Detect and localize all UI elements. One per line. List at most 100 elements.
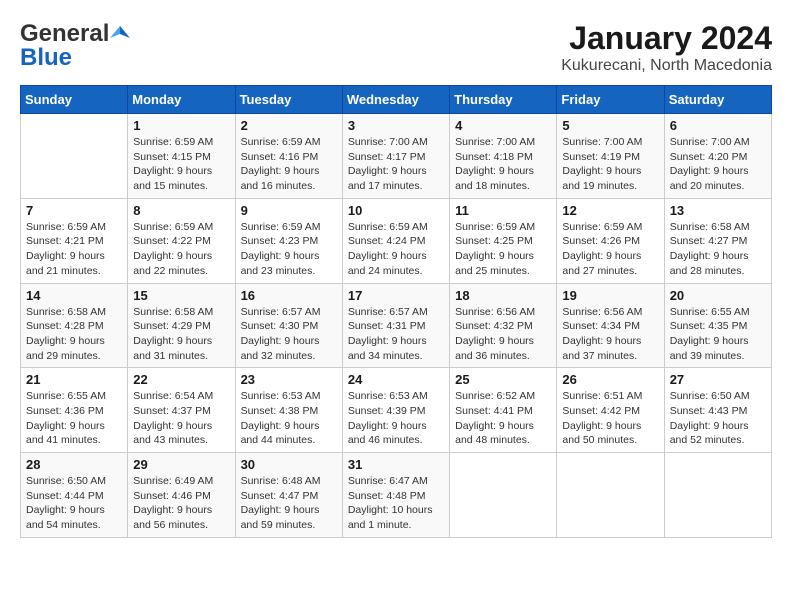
sunrise-text: Sunrise: 6:58 AM — [670, 221, 750, 233]
calendar-cell: 22 Sunrise: 6:54 AM Sunset: 4:37 PM Dayl… — [128, 368, 235, 453]
sunset-text: Sunset: 4:15 PM — [133, 151, 211, 163]
calendar-cell: 30 Sunrise: 6:48 AM Sunset: 4:47 PM Dayl… — [235, 453, 342, 538]
sunset-text: Sunset: 4:46 PM — [133, 490, 211, 502]
daylight-text: Daylight: 9 hours and 21 minutes. — [26, 250, 105, 277]
daylight-text: Daylight: 9 hours and 37 minutes. — [562, 335, 641, 362]
calendar-cell: 18 Sunrise: 6:56 AM Sunset: 4:32 PM Dayl… — [450, 283, 557, 368]
calendar-cell — [450, 453, 557, 538]
daylight-text: Daylight: 9 hours and 17 minutes. — [348, 165, 427, 192]
day-info: Sunrise: 6:55 AM Sunset: 4:35 PM Dayligh… — [670, 305, 766, 364]
sunset-text: Sunset: 4:28 PM — [26, 320, 104, 332]
calendar-cell: 5 Sunrise: 7:00 AM Sunset: 4:19 PM Dayli… — [557, 114, 664, 199]
sunrise-text: Sunrise: 6:50 AM — [26, 475, 106, 487]
calendar-cell: 6 Sunrise: 7:00 AM Sunset: 4:20 PM Dayli… — [664, 114, 771, 199]
day-info: Sunrise: 6:56 AM Sunset: 4:34 PM Dayligh… — [562, 305, 658, 364]
sunset-text: Sunset: 4:43 PM — [670, 405, 748, 417]
day-info: Sunrise: 6:53 AM Sunset: 4:39 PM Dayligh… — [348, 389, 444, 448]
calendar-week-row: 14 Sunrise: 6:58 AM Sunset: 4:28 PM Dayl… — [21, 283, 772, 368]
day-info: Sunrise: 6:59 AM Sunset: 4:24 PM Dayligh… — [348, 220, 444, 279]
day-info: Sunrise: 6:51 AM Sunset: 4:42 PM Dayligh… — [562, 389, 658, 448]
sunset-text: Sunset: 4:19 PM — [562, 151, 640, 163]
sunrise-text: Sunrise: 6:59 AM — [241, 221, 321, 233]
day-number: 10 — [348, 203, 444, 218]
daylight-text: Daylight: 9 hours and 16 minutes. — [241, 165, 320, 192]
sunrise-text: Sunrise: 6:59 AM — [133, 221, 213, 233]
daylight-text: Daylight: 9 hours and 50 minutes. — [562, 420, 641, 447]
sunset-text: Sunset: 4:42 PM — [562, 405, 640, 417]
day-info: Sunrise: 6:54 AM Sunset: 4:37 PM Dayligh… — [133, 389, 229, 448]
sunset-text: Sunset: 4:29 PM — [133, 320, 211, 332]
sunset-text: Sunset: 4:36 PM — [26, 405, 104, 417]
header-saturday: Saturday — [664, 86, 771, 114]
calendar-cell: 21 Sunrise: 6:55 AM Sunset: 4:36 PM Dayl… — [21, 368, 128, 453]
sunset-text: Sunset: 4:34 PM — [562, 320, 640, 332]
sunset-text: Sunset: 4:41 PM — [455, 405, 533, 417]
sunset-text: Sunset: 4:16 PM — [241, 151, 319, 163]
calendar-cell: 3 Sunrise: 7:00 AM Sunset: 4:17 PM Dayli… — [342, 114, 449, 199]
sunrise-text: Sunrise: 7:00 AM — [455, 136, 535, 148]
sunrise-text: Sunrise: 6:54 AM — [133, 390, 213, 402]
header-friday: Friday — [557, 86, 664, 114]
day-number: 9 — [241, 203, 337, 218]
sunrise-text: Sunrise: 6:55 AM — [670, 306, 750, 318]
sunset-text: Sunset: 4:22 PM — [133, 235, 211, 247]
day-info: Sunrise: 6:50 AM Sunset: 4:43 PM Dayligh… — [670, 389, 766, 448]
day-number: 2 — [241, 118, 337, 133]
daylight-text: Daylight: 9 hours and 43 minutes. — [133, 420, 212, 447]
day-info: Sunrise: 6:59 AM Sunset: 4:16 PM Dayligh… — [241, 135, 337, 194]
sunset-text: Sunset: 4:37 PM — [133, 405, 211, 417]
calendar-cell: 28 Sunrise: 6:50 AM Sunset: 4:44 PM Dayl… — [21, 453, 128, 538]
day-info: Sunrise: 6:56 AM Sunset: 4:32 PM Dayligh… — [455, 305, 551, 364]
calendar-cell — [664, 453, 771, 538]
sunset-text: Sunset: 4:30 PM — [241, 320, 319, 332]
day-number: 24 — [348, 372, 444, 387]
calendar-cell: 10 Sunrise: 6:59 AM Sunset: 4:24 PM Dayl… — [342, 198, 449, 283]
day-number: 6 — [670, 118, 766, 133]
calendar-cell: 27 Sunrise: 6:50 AM Sunset: 4:43 PM Dayl… — [664, 368, 771, 453]
sunset-text: Sunset: 4:21 PM — [26, 235, 104, 247]
sunset-text: Sunset: 4:35 PM — [670, 320, 748, 332]
day-info: Sunrise: 6:50 AM Sunset: 4:44 PM Dayligh… — [26, 474, 122, 533]
daylight-text: Daylight: 9 hours and 24 minutes. — [348, 250, 427, 277]
calendar-cell: 11 Sunrise: 6:59 AM Sunset: 4:25 PM Dayl… — [450, 198, 557, 283]
sunrise-text: Sunrise: 6:52 AM — [455, 390, 535, 402]
calendar-cell: 2 Sunrise: 6:59 AM Sunset: 4:16 PM Dayli… — [235, 114, 342, 199]
sunset-text: Sunset: 4:20 PM — [670, 151, 748, 163]
day-number: 12 — [562, 203, 658, 218]
sunset-text: Sunset: 4:26 PM — [562, 235, 640, 247]
sunset-text: Sunset: 4:27 PM — [670, 235, 748, 247]
sunrise-text: Sunrise: 6:59 AM — [455, 221, 535, 233]
sunrise-text: Sunrise: 6:49 AM — [133, 475, 213, 487]
sunrise-text: Sunrise: 6:58 AM — [26, 306, 106, 318]
day-number: 26 — [562, 372, 658, 387]
day-number: 23 — [241, 372, 337, 387]
daylight-text: Daylight: 10 hours and 1 minute. — [348, 504, 433, 531]
day-info: Sunrise: 6:52 AM Sunset: 4:41 PM Dayligh… — [455, 389, 551, 448]
day-number: 27 — [670, 372, 766, 387]
day-number: 29 — [133, 457, 229, 472]
calendar-cell: 19 Sunrise: 6:56 AM Sunset: 4:34 PM Dayl… — [557, 283, 664, 368]
sunrise-text: Sunrise: 6:56 AM — [562, 306, 642, 318]
day-number: 25 — [455, 372, 551, 387]
calendar-week-row: 1 Sunrise: 6:59 AM Sunset: 4:15 PM Dayli… — [21, 114, 772, 199]
sunrise-text: Sunrise: 7:00 AM — [562, 136, 642, 148]
sunrise-text: Sunrise: 6:47 AM — [348, 475, 428, 487]
sunset-text: Sunset: 4:23 PM — [241, 235, 319, 247]
day-info: Sunrise: 6:53 AM Sunset: 4:38 PM Dayligh… — [241, 389, 337, 448]
calendar-cell: 4 Sunrise: 7:00 AM Sunset: 4:18 PM Dayli… — [450, 114, 557, 199]
day-info: Sunrise: 7:00 AM Sunset: 4:19 PM Dayligh… — [562, 135, 658, 194]
calendar-cell: 29 Sunrise: 6:49 AM Sunset: 4:46 PM Dayl… — [128, 453, 235, 538]
day-number: 30 — [241, 457, 337, 472]
sunset-text: Sunset: 4:38 PM — [241, 405, 319, 417]
day-info: Sunrise: 6:59 AM Sunset: 4:25 PM Dayligh… — [455, 220, 551, 279]
day-number: 18 — [455, 288, 551, 303]
calendar-table: Sunday Monday Tuesday Wednesday Thursday… — [20, 85, 772, 538]
daylight-text: Daylight: 9 hours and 29 minutes. — [26, 335, 105, 362]
sunrise-text: Sunrise: 6:59 AM — [26, 221, 106, 233]
day-info: Sunrise: 6:58 AM Sunset: 4:28 PM Dayligh… — [26, 305, 122, 364]
daylight-text: Daylight: 9 hours and 22 minutes. — [133, 250, 212, 277]
calendar-cell: 26 Sunrise: 6:51 AM Sunset: 4:42 PM Dayl… — [557, 368, 664, 453]
day-info: Sunrise: 6:59 AM Sunset: 4:23 PM Dayligh… — [241, 220, 337, 279]
logo: General Blue — [20, 20, 131, 72]
day-info: Sunrise: 7:00 AM Sunset: 4:20 PM Dayligh… — [670, 135, 766, 194]
